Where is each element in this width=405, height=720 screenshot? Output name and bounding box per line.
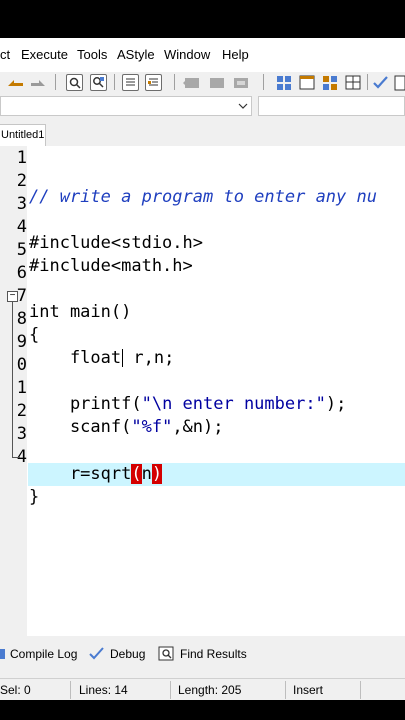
code-line-7: { <box>29 325 40 345</box>
status-insert-mode: Insert <box>293 683 324 697</box>
line-number: 5 <box>16 240 27 260</box>
tab-compile-log[interactable]: Compile Log <box>10 647 77 661</box>
status-separator <box>70 681 71 699</box>
tile-icon[interactable] <box>345 75 363 91</box>
code-token: r,n; <box>123 348 175 368</box>
menu-execute[interactable]: Execute <box>21 47 68 62</box>
toolbar-separator <box>367 74 368 90</box>
code-token: scanf( <box>29 417 132 437</box>
line-number: 3 <box>16 424 27 444</box>
window-icon[interactable] <box>299 75 317 91</box>
code-token: r=sqrt <box>29 464 132 484</box>
code-line-14: } <box>29 487 40 507</box>
toolbar-separator <box>114 74 115 90</box>
editor-tab-bar: Untitled1 <box>0 122 405 147</box>
matched-paren: ( <box>131 464 142 484</box>
menu-bar: ct Execute Tools AStyle Window Help <box>0 38 405 73</box>
code-line-4: #include<math.h> <box>29 256 193 276</box>
check-syntax-icon[interactable] <box>372 75 390 91</box>
code-line-6: int main() <box>29 302 132 322</box>
compile-log-icon <box>0 649 5 659</box>
new-class-icon[interactable] <box>276 75 294 91</box>
status-lines: Lines: 14 <box>79 683 128 697</box>
line-number: 0 <box>16 355 27 375</box>
code-token: ,&n); <box>172 417 224 437</box>
chevron-down-icon <box>238 103 248 109</box>
code-line-13: r=sqrt(n) <box>29 463 163 486</box>
status-separator <box>360 681 361 699</box>
code-editor[interactable]: 1 2 3 4 5 6 7 8 9 0 1 2 3 4 − // write a… <box>0 146 405 636</box>
more-tools-icon[interactable] <box>394 75 405 91</box>
code-line-3: #include<stdio.h> <box>29 233 203 253</box>
code-line-1: // write a program to enter any nu <box>29 187 377 207</box>
code-token: ); <box>325 394 347 414</box>
line-number: 2 <box>16 401 27 421</box>
toolbar-separator <box>174 74 175 90</box>
compile-disabled-icon[interactable] <box>183 75 203 91</box>
function-selector[interactable] <box>258 96 405 116</box>
tab-untitled1[interactable]: Untitled1 <box>0 124 46 146</box>
status-bar: Sel: 0 Lines: 14 Length: 205 Insert <box>0 678 405 700</box>
class-selector[interactable] <box>0 96 252 116</box>
fold-collapse-icon[interactable]: − <box>7 291 18 302</box>
fold-guide <box>12 296 13 458</box>
string-literal: "\n enter number:" <box>141 394 326 414</box>
back-arrow-icon[interactable] <box>6 76 26 90</box>
code-line-8: float r,n; <box>29 347 174 370</box>
tab-find-results[interactable]: Find Results <box>180 647 247 661</box>
code-token: float <box>29 348 122 368</box>
replace-icon[interactable] <box>90 74 107 91</box>
string-literal: "%f" <box>131 417 173 437</box>
code-line-10: printf("\n enter number:"); <box>29 393 346 416</box>
indent-icon[interactable] <box>122 74 139 91</box>
tab-debug[interactable]: Debug <box>110 647 145 661</box>
find-icon[interactable] <box>66 74 83 91</box>
run-disabled-icon[interactable] <box>207 75 227 91</box>
line-number: 4 <box>16 217 27 237</box>
menu-astyle[interactable]: AStyle <box>117 47 155 62</box>
menu-project[interactable]: ct <box>0 47 10 62</box>
ide-window: ct Execute Tools AStyle Window Help Unti… <box>0 38 405 700</box>
code-token: printf( <box>29 394 142 414</box>
forward-arrow-icon[interactable] <box>30 76 48 90</box>
status-separator <box>285 681 286 699</box>
line-number: 2 <box>16 171 27 191</box>
status-length: Length: 205 <box>178 683 242 697</box>
debug-check-icon <box>89 647 104 660</box>
grid-icon[interactable] <box>322 75 340 91</box>
compile-run-disabled-icon[interactable] <box>231 75 251 91</box>
menu-tools[interactable]: Tools <box>77 47 107 62</box>
matched-paren: ) <box>151 464 163 484</box>
menu-help[interactable]: Help <box>222 47 249 62</box>
code-line-11: scanf("%f",&n); <box>29 416 224 439</box>
find-results-icon <box>158 646 174 661</box>
line-number-gutter: 1 2 3 4 5 6 7 8 9 0 1 2 3 4 − <box>0 146 27 636</box>
toolbar-separator <box>55 74 56 90</box>
fold-guide-end <box>12 457 20 458</box>
line-number: 1 <box>16 378 27 398</box>
code-token: n <box>141 464 152 484</box>
line-number: 8 <box>16 309 27 329</box>
line-number: 3 <box>16 194 27 214</box>
status-separator <box>170 681 171 699</box>
unindent-icon[interactable] <box>145 74 162 91</box>
status-selection: Sel: 0 <box>0 683 31 697</box>
line-number: 6 <box>16 263 27 283</box>
line-number: 9 <box>16 332 27 352</box>
bottom-panel-tabs: Compile Log Debug Find Results <box>0 643 405 667</box>
line-number: 1 <box>16 148 27 168</box>
menu-window[interactable]: Window <box>164 47 210 62</box>
toolbar-separator <box>263 74 264 90</box>
